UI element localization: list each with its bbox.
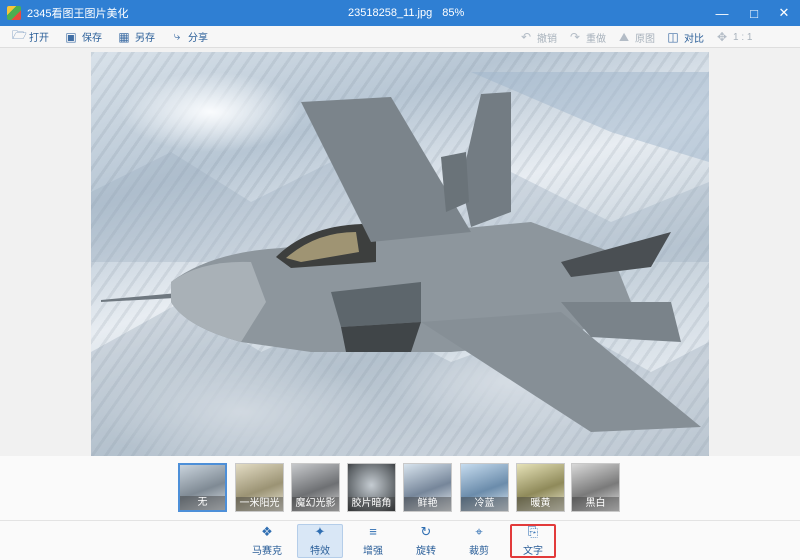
enhance-label: 增强 [363,546,383,557]
save-as-label: 另存 [135,33,155,44]
compare-button[interactable]: ◫ 对比 [667,26,704,48]
text-icon: ⎘ [527,524,539,539]
photo-fighter-jet [91,52,709,456]
filter-label: 魔幻光影 [292,497,339,511]
share-button[interactable]: ⤷ 分享 [171,26,208,48]
mosaic-icon: ❖ [261,524,273,539]
filter-vivid[interactable]: 鲜艳 [403,463,452,512]
actual-size-label: 1 : 1 [733,31,753,43]
undo-button[interactable]: ↶ 撤销 [520,26,557,48]
fit-icon: ✥ [716,30,728,44]
open-label: 打开 [29,33,49,44]
save-as-button[interactable]: ▦ 另存 [118,26,155,48]
undo-icon: ↶ [520,30,532,44]
text-label: 文字 [523,546,543,557]
save-label: 保存 [82,33,102,44]
filter-none[interactable]: 无 [178,463,227,512]
filter-warm-yellow[interactable]: 暖黄 [516,463,565,512]
save-button[interactable]: ▣ 保存 [65,26,102,48]
mosaic-label: 马赛克 [252,546,282,557]
rotate-button[interactable]: ↻ 旋转 [403,524,449,558]
share-icon: ⤷ [173,29,181,43]
filter-label: 冷蓝 [461,497,508,511]
mosaic-button[interactable]: ❖ 马赛克 [244,524,290,558]
effects-label: 特效 [310,546,330,557]
file-info: 23518258_11.jpg 85% [348,7,464,19]
crop-button[interactable]: ⌖ 裁剪 [456,524,502,558]
original-label: 原图 [635,33,655,45]
enhance-button[interactable]: ≡ 增强 [350,524,396,558]
image-canvas[interactable] [0,48,800,456]
filter-cool-blue[interactable]: 冷蓝 [460,463,509,512]
file-name: 23518258_11.jpg [348,7,433,19]
redo-label: 重做 [586,33,606,45]
save-icon: ▣ [65,29,77,44]
close-icon[interactable]: ✕ [768,0,800,26]
compare-label: 对比 [684,33,704,45]
text-button[interactable]: ⎘ 文字 [510,524,556,558]
sliders-icon: ≡ [369,524,377,539]
title-bar: 2345看图王图片美化 23518258_11.jpg 85% — □ ✕ [0,0,800,26]
minimize-icon[interactable]: — [706,0,738,26]
actual-size-button[interactable]: ✥ 1 : 1 [716,26,753,48]
filter-label: 一米阳光 [236,497,283,511]
app-logo-icon [7,6,21,20]
maximize-icon[interactable]: □ [738,0,770,26]
zoom-level: 85% [442,7,465,19]
rotate-icon: ↻ [420,524,432,539]
filter-black-white[interactable]: 黑白 [571,463,620,512]
filter-strip: 无 一米阳光 魔幻光影 胶片暗角 鲜艳 冷蓝 暖黄 黑白 [0,456,800,520]
crop-label: 裁剪 [469,546,489,557]
filter-label: 胶片暗角 [348,497,395,511]
app-title: 2345看图王图片美化 [27,8,129,20]
original-button[interactable]: ⛰ 原图 [618,26,655,48]
rotate-label: 旋转 [416,546,436,557]
filter-label: 无 [180,496,225,510]
share-label: 分享 [188,33,208,44]
compare-icon: ◫ [667,30,679,44]
jet-illustration [91,72,709,456]
bottom-toolbar: ❖ 马赛克 ✦ 特效 ≡ 增强 ↻ 旋转 ⌖ 裁剪 ⎘ 文字 [0,520,800,560]
redo-button[interactable]: ↷ 重做 [569,26,606,48]
filter-sunshine[interactable]: 一米阳光 [235,463,284,512]
filter-label: 鲜艳 [404,497,451,511]
crop-icon: ⌖ [475,524,483,539]
effects-button[interactable]: ✦ 特效 [297,524,343,558]
save-as-icon: ▦ [118,29,130,44]
undo-label: 撤销 [537,33,557,45]
filter-magic-light[interactable]: 魔幻光影 [291,463,340,512]
filter-label: 暖黄 [517,497,564,511]
folder-open-icon: 🗁 [12,28,27,42]
filter-vignette[interactable]: 胶片暗角 [347,463,396,512]
image-icon: ⛰ [618,29,630,44]
open-button[interactable]: 🗁 打开 [12,26,49,48]
filter-label: 黑白 [572,497,619,511]
toolbar: 🗁 打开 ▣ 保存 ▦ 另存 ⤷ 分享 ↶ 撤销 ↷ 重做 ⛰ 原图 ◫ 对比 … [0,26,800,48]
redo-icon: ↷ [569,30,581,44]
magic-wand-icon: ✦ [314,524,326,539]
